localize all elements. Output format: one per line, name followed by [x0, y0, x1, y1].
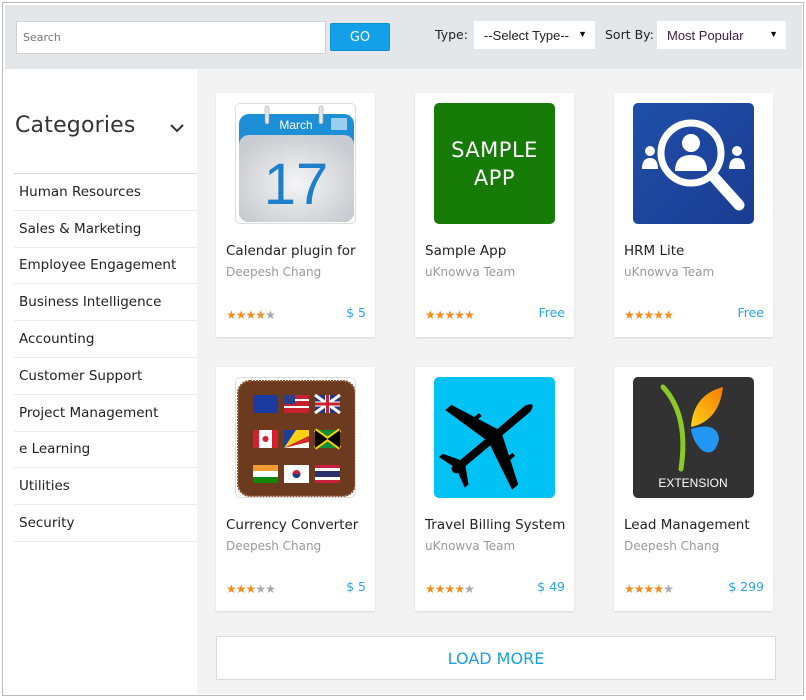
app-author: uKnowva Team [425, 539, 516, 553]
category-item-human-resources[interactable]: Human Resources [14, 174, 197, 211]
star-filled-icon: ★ [643, 308, 655, 322]
rating-stars: ★★★★★ [624, 582, 674, 596]
type-label: Type: [435, 27, 468, 42]
star-filled-icon: ★ [454, 308, 465, 322]
app-title[interactable]: Calendar plugin for [226, 243, 366, 259]
category-item-accounting[interactable]: Accounting [14, 321, 197, 358]
app-price: $ 5 [346, 305, 366, 320]
sort-select-value: Most Popular [667, 27, 744, 43]
category-list: Human Resources Sales & Marketing Employ… [14, 173, 197, 542]
star-filled-icon: ★ [255, 308, 266, 322]
go-button[interactable]: GO [330, 23, 390, 51]
app-card[interactable]: HRM Lite uKnowva Team ★★★★★ Free [614, 93, 773, 337]
app-price: Free [538, 305, 565, 320]
sort-select[interactable]: Most Popular ▼ [657, 21, 786, 49]
dropdown-arrow-icon: ▼ [769, 29, 778, 39]
app-price: $ 299 [728, 579, 764, 594]
rating-stars: ★★★★★ [624, 308, 674, 322]
extension-icon: EXTENSION [633, 377, 754, 498]
star-empty-icon: ★ [255, 582, 266, 596]
star-filled-icon: ★ [663, 308, 674, 322]
star-empty-icon: ★ [265, 308, 276, 322]
type-select-value: --Select Type-- [484, 27, 570, 43]
categories-title: Categories [15, 113, 136, 138]
search-input[interactable] [16, 21, 326, 54]
category-item-security[interactable]: Security [14, 505, 197, 542]
star-filled-icon: ★ [653, 308, 664, 322]
star-filled-icon: ★ [444, 582, 456, 596]
star-filled-icon: ★ [245, 582, 257, 596]
app-author: uKnowva Team [624, 265, 715, 279]
category-item-utilities[interactable]: Utilities [14, 468, 197, 506]
star-filled-icon: ★ [633, 308, 645, 322]
load-more-button[interactable]: LOAD MORE [216, 636, 776, 680]
category-item-e-learning[interactable]: e Learning [14, 432, 197, 469]
star-filled-icon: ★ [235, 582, 247, 596]
app-price: $ 5 [346, 579, 366, 594]
star-filled-icon: ★ [444, 308, 456, 322]
dropdown-arrow-icon: ▼ [578, 29, 587, 39]
star-filled-icon: ★ [464, 308, 475, 322]
star-filled-icon: ★ [653, 582, 664, 596]
app-title[interactable]: Currency Converter [226, 517, 366, 533]
star-filled-icon: ★ [434, 582, 446, 596]
people-search-icon [633, 103, 754, 224]
star-filled-icon: ★ [226, 308, 237, 322]
star-filled-icon: ★ [434, 308, 446, 322]
app-price: Free [737, 305, 764, 320]
sample-app-icon: SAMPLE APP [434, 103, 555, 224]
star-filled-icon: ★ [624, 308, 635, 322]
sample-app-line1: SAMPLE [451, 137, 538, 162]
star-filled-icon: ★ [425, 582, 436, 596]
type-select[interactable]: --Select Type-- ▼ [474, 21, 595, 49]
app-author: Deepesh Chang [226, 265, 322, 279]
rating-stars: ★★★★★ [226, 582, 276, 596]
calendar-month: March [279, 118, 312, 132]
app-title[interactable]: Lead Management [624, 517, 764, 533]
app-card[interactable]: Travel Billing System uKnowva Team ★★★★★… [415, 367, 574, 611]
category-item-employee-engagement[interactable]: Employee Engagement [14, 248, 197, 285]
app-card[interactable]: March 17 Calendar plugin for Deepesh Cha… [216, 93, 375, 337]
star-empty-icon: ★ [265, 582, 276, 596]
app-author: Deepesh Chang [624, 539, 720, 553]
app-card[interactable]: Currency Converter Deepesh Chang ★★★★★ $… [216, 367, 375, 611]
category-item-sales-marketing[interactable]: Sales & Marketing [14, 211, 197, 248]
star-filled-icon: ★ [226, 582, 237, 596]
app-title[interactable]: HRM Lite [624, 243, 764, 259]
rating-stars: ★★★★★ [226, 308, 276, 322]
rating-stars: ★★★★★ [425, 308, 475, 322]
calendar-icon: March 17 [235, 103, 356, 224]
app-card[interactable]: SAMPLE APP Sample App uKnowva Team ★★★★★… [415, 93, 574, 337]
star-filled-icon: ★ [454, 582, 465, 596]
app-grid: March 17 Calendar plugin for Deepesh Cha… [197, 69, 802, 694]
chevron-down-icon[interactable] [168, 119, 186, 137]
app-title[interactable]: Sample App [425, 243, 565, 259]
flags-icon [235, 377, 356, 498]
star-empty-icon: ★ [464, 582, 475, 596]
category-item-business-intelligence[interactable]: Business Intelligence [14, 284, 197, 322]
sort-label: Sort By: [605, 27, 654, 42]
categories-sidebar: Categories Human Resources Sales & Marke… [5, 69, 197, 694]
app-author: Deepesh Chang [226, 539, 322, 553]
app-price: $ 49 [537, 579, 565, 594]
app-author: uKnowva Team [425, 265, 516, 279]
app-title[interactable]: Travel Billing System [425, 517, 565, 533]
category-item-project-management[interactable]: Project Management [14, 395, 197, 432]
extension-label: EXTENSION [658, 476, 727, 490]
rating-stars: ★★★★★ [425, 582, 475, 596]
category-item-customer-support[interactable]: Customer Support [14, 358, 197, 395]
airplane-icon [434, 377, 555, 498]
app-card[interactable]: EXTENSION Lead Management Deepesh Chang … [614, 367, 773, 611]
star-empty-icon: ★ [663, 582, 674, 596]
star-filled-icon: ★ [425, 308, 436, 322]
star-filled-icon: ★ [643, 582, 655, 596]
star-filled-icon: ★ [235, 308, 247, 322]
calendar-day: 17 [264, 152, 329, 217]
star-filled-icon: ★ [245, 308, 257, 322]
sample-app-line2: APP [473, 165, 516, 190]
star-filled-icon: ★ [624, 582, 635, 596]
star-filled-icon: ★ [633, 582, 645, 596]
